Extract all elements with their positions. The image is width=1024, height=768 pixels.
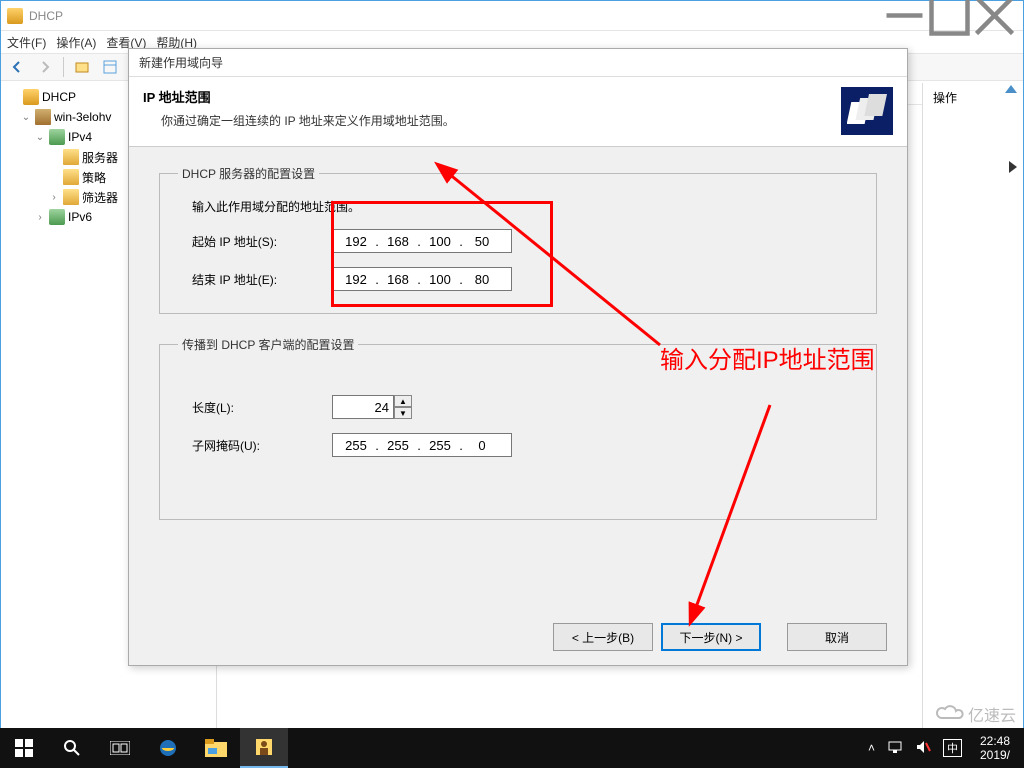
clock[interactable]: 22:48 2019/ — [974, 734, 1016, 762]
back-button[interactable]: < 上一步(B) — [553, 623, 653, 651]
end-ip-input[interactable]: 192. 168. 100. 80 — [332, 267, 512, 291]
cancel-button[interactable]: 取消 — [787, 623, 887, 651]
menu-file[interactable]: 文件(F) — [7, 34, 46, 51]
menu-action[interactable]: 操作(A) — [56, 34, 96, 51]
wizard-heading: IP 地址范围 — [143, 87, 841, 106]
clock-date: 2019/ — [980, 748, 1010, 762]
ime-icon[interactable]: 中 — [943, 739, 962, 757]
watermark-text: 亿速云 — [968, 702, 1016, 726]
group2-legend: 传播到 DHCP 客户端的配置设置 — [178, 336, 358, 353]
forward-button[interactable] — [33, 56, 57, 78]
group1-legend: DHCP 服务器的配置设置 — [178, 165, 319, 182]
mask-input[interactable]: 255. 255. 255. 0 — [332, 433, 512, 457]
length-spinner[interactable]: ▲▼ — [394, 395, 412, 419]
wizard-title: 新建作用域向导 — [129, 49, 907, 77]
search-icon[interactable] — [48, 728, 96, 768]
ipv6-icon — [49, 209, 65, 225]
watermark: 亿速云 — [934, 702, 1016, 726]
end-ip-label: 结束 IP 地址(E): — [192, 271, 332, 288]
spin-up-icon[interactable]: ▲ — [394, 395, 412, 407]
start-ip-label: 起始 IP 地址(S): — [192, 233, 332, 250]
back-button[interactable] — [5, 56, 29, 78]
toolbar-btn-1[interactable] — [70, 56, 94, 78]
server-icon — [35, 109, 51, 125]
folder-icon — [63, 149, 79, 165]
length-label: 长度(L): — [192, 399, 332, 416]
next-button[interactable]: 下一步(N) > — [661, 623, 761, 651]
titlebar: DHCP — [1, 1, 1023, 31]
wizard-banner-icon — [841, 87, 893, 135]
window-title: DHCP — [29, 9, 882, 23]
separator — [63, 57, 64, 77]
dhcp-icon — [7, 8, 23, 24]
wizard-header: IP 地址范围 你通过确定一组连续的 IP 地址来定义作用域地址范围。 — [129, 77, 907, 147]
start-button[interactable] — [0, 728, 48, 768]
actions-header: 操作 — [933, 89, 1012, 106]
close-button[interactable] — [972, 1, 1017, 30]
scroll-up-icon[interactable] — [1005, 85, 1017, 93]
folder-icon — [63, 169, 79, 185]
explorer-icon[interactable] — [192, 728, 240, 768]
system-tray: ˄ 中 22:48 2019/ — [860, 734, 1024, 762]
dhcp-server-settings-group: DHCP 服务器的配置设置 输入此作用域分配的地址范围。 起始 IP 地址(S)… — [159, 165, 877, 314]
mask-label: 子网掩码(U): — [192, 437, 332, 454]
volume-icon[interactable] — [915, 740, 931, 757]
actions-pane: 操作 — [922, 83, 1022, 739]
intro-text: 输入此作用域分配的地址范围。 — [192, 198, 858, 215]
task-view-icon[interactable] — [96, 728, 144, 768]
spin-down-icon[interactable]: ▼ — [394, 407, 412, 419]
expand-icon[interactable] — [1009, 161, 1017, 173]
wizard-subheading: 你通过确定一组连续的 IP 地址来定义作用域地址范围。 — [143, 112, 841, 129]
length-input[interactable] — [332, 395, 394, 419]
ipv4-icon — [49, 129, 65, 145]
tray-chevron-up-icon[interactable]: ˄ — [868, 741, 875, 755]
minimize-button[interactable] — [882, 1, 927, 30]
dhcp-task-icon[interactable] — [240, 728, 288, 768]
network-icon[interactable] — [887, 740, 903, 757]
clock-time: 22:48 — [980, 734, 1010, 748]
dhcp-icon — [23, 89, 39, 105]
maximize-button[interactable] — [927, 1, 972, 30]
folder-icon — [63, 189, 79, 205]
toolbar-btn-2[interactable] — [98, 56, 122, 78]
taskbar: ˄ 中 22:48 2019/ — [0, 728, 1024, 768]
annotation-text: 输入分配IP地址范围 — [660, 340, 875, 375]
ie-icon[interactable] — [144, 728, 192, 768]
start-ip-input[interactable]: 192. 168. 100. 50 — [332, 229, 512, 253]
